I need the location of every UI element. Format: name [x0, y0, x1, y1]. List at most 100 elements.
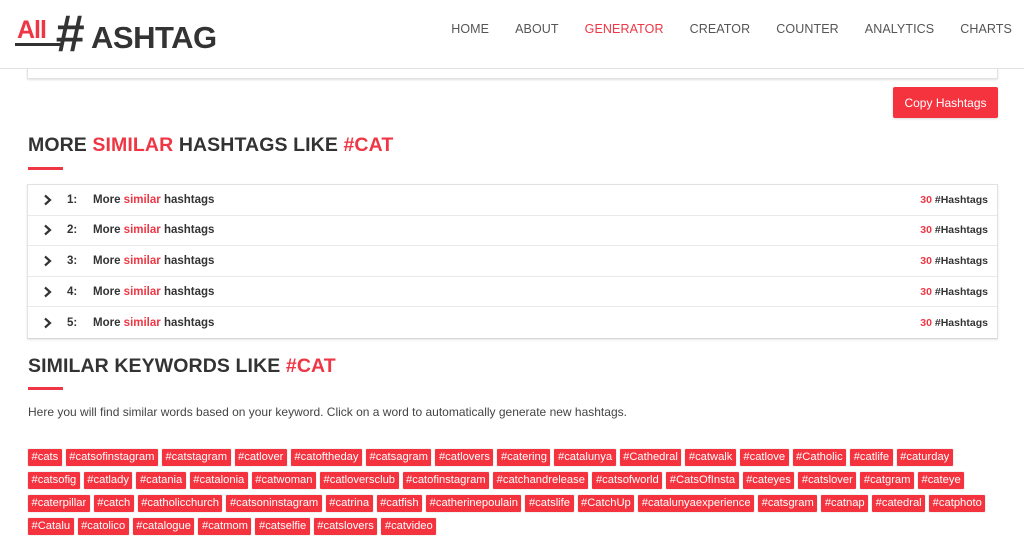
keyword-tag[interactable]: #catsgram [758, 495, 818, 512]
row-label: More similar hashtags [93, 286, 214, 298]
keyword-tag[interactable]: #catoftheday [290, 449, 362, 466]
keyword-tag[interactable]: #cateye [917, 472, 965, 489]
accordion-row-5[interactable]: 5: More similar hashtags 30 #Hashtags [28, 307, 997, 338]
keyword-tag[interactable]: #catsofig [28, 472, 80, 489]
keyword-tag[interactable]: #catlife [850, 449, 893, 466]
similar-hashtags-accordion: 1: More similar hashtags 30 #Hashtags 2:… [27, 184, 998, 339]
keyword-tag[interactable]: #catlovers [435, 449, 494, 466]
row-number: 1: [67, 193, 78, 206]
keyword-tag[interactable]: #catholicchurch [137, 495, 223, 512]
row-count: 30 #Hashtags [920, 317, 988, 329]
row-label-highlight: similar [123, 193, 161, 206]
row-count: 30 #Hashtags [920, 255, 988, 267]
keyword-tag-list: #cats #catsofinstagram #catstagram #catlove… [28, 449, 988, 535]
row-label-post: hashtags [160, 193, 215, 206]
nav-analytics[interactable]: ANALYTICS [865, 22, 934, 36]
keyword-tag[interactable]: #catsagram [366, 449, 432, 466]
copy-hashtags-button[interactable]: Copy Hashtags [893, 87, 998, 118]
site-header: All # ASHTAG HOME ABOUT GENERATOR CREATO… [0, 0, 1024, 69]
keyword-tag[interactable]: #cateyes [742, 472, 795, 489]
keyword-tag[interactable]: #catlady [83, 472, 133, 489]
keyword-tag[interactable]: #catstagram [161, 449, 231, 466]
keyword-tag[interactable]: #catphoto [929, 495, 986, 512]
more-similar-title: MORE SIMILAR HASHTAGS LIKE #CAT [28, 134, 393, 157]
keyword-tag[interactable]: #catslover [798, 472, 857, 489]
keyword-tag[interactable]: #catsoninstagram [226, 495, 322, 512]
keyword-tag[interactable]: #Catholic [792, 449, 847, 466]
row-count-value: 30 [920, 285, 932, 298]
keyword-tag[interactable]: #catlover [234, 449, 287, 466]
keyword-tag[interactable]: #catslovers [313, 518, 378, 535]
keyword-tag[interactable]: #catalonia [189, 472, 248, 489]
title-text: HASHTAGS LIKE [173, 134, 344, 156]
row-count-label: #Hashtags [931, 285, 988, 298]
keyword-tag[interactable]: #Cathedral [619, 449, 682, 466]
row-count-value: 30 [920, 193, 932, 206]
chevron-right-icon [44, 225, 52, 236]
keyword-tag[interactable]: #catalunya [554, 449, 616, 466]
title-keyword: #CAT [343, 134, 394, 156]
row-count-value: 30 [920, 254, 932, 267]
keyword-tag[interactable]: #catnap [821, 495, 869, 512]
keyword-tag[interactable]: #catlove [739, 449, 789, 466]
keyword-tag[interactable]: #catering [497, 449, 551, 466]
similar-keywords-description: Here you will find similar words based o… [28, 405, 627, 419]
row-count: 30 #Hashtags [920, 286, 988, 298]
accordion-row-4[interactable]: 4: More similar hashtags 30 #Hashtags [28, 277, 997, 308]
keyword-tag[interactable]: #catolico [77, 518, 129, 535]
keyword-tag[interactable]: #catwalk [685, 449, 736, 466]
row-label-pre: More [93, 224, 124, 237]
keyword-tag[interactable]: #caturday [896, 449, 953, 466]
title-highlight: SIMILAR [92, 134, 174, 156]
accordion-row-1[interactable]: 1: More similar hashtags 30 #Hashtags [28, 185, 997, 216]
keyword-tag[interactable]: #catherinepoulain [426, 495, 522, 512]
nav-generator[interactable]: GENERATOR [585, 22, 664, 36]
row-number: 2: [67, 224, 78, 237]
keyword-tag[interactable]: #catslife [525, 495, 574, 512]
nav-counter[interactable]: COUNTER [776, 22, 839, 36]
keyword-tag[interactable]: #catsofinstagram [65, 449, 158, 466]
row-label-post: hashtags [160, 316, 215, 329]
row-number: 5: [67, 316, 78, 329]
keyword-tag[interactable]: #caterpillar [28, 495, 90, 512]
keyword-tag[interactable]: #catch [93, 495, 134, 512]
keyword-tag[interactable]: #catvideo [381, 518, 437, 535]
row-label-highlight: similar [123, 224, 161, 237]
keyword-tag[interactable]: #catmom [198, 518, 252, 535]
keyword-tag[interactable]: #catrina [325, 495, 373, 512]
keyword-tag[interactable]: #catsofworld [592, 472, 663, 489]
nav-about[interactable]: ABOUT [515, 22, 559, 36]
keyword-tag[interactable]: #catwoman [251, 472, 316, 489]
keyword-tag[interactable]: #catania [136, 472, 186, 489]
title-text: MORE [28, 134, 93, 156]
keyword-tag[interactable]: #catedral [872, 495, 926, 512]
row-count-label: #Hashtags [931, 224, 988, 237]
keyword-tag[interactable]: #catgram [860, 472, 914, 489]
nav-home[interactable]: HOME [451, 22, 489, 36]
keyword-tag[interactable]: #catselfie [255, 518, 310, 535]
row-count-label: #Hashtags [931, 254, 988, 267]
keyword-tag[interactable]: #catofinstagram [402, 472, 490, 489]
row-count-label: #Hashtags [931, 193, 988, 206]
row-count-label: #Hashtags [931, 316, 988, 329]
row-label-post: hashtags [160, 224, 215, 237]
chevron-right-icon [44, 194, 52, 206]
keyword-tag[interactable]: #CatsOfInsta [666, 472, 739, 489]
row-label-post: hashtags [160, 285, 215, 298]
accordion-row-3[interactable]: 3: More similar hashtags 30 #Hashtags [28, 246, 997, 277]
keyword-tag[interactable]: #CatchUp [577, 495, 635, 512]
keyword-tag[interactable]: #catfish [376, 495, 423, 512]
row-number: 3: [67, 254, 78, 267]
keyword-tag[interactable]: #catalogue [132, 518, 195, 535]
row-count: 30 #Hashtags [920, 224, 988, 236]
keyword-tag[interactable]: #cats [28, 449, 62, 466]
nav-creator[interactable]: CREATOR [690, 22, 751, 36]
site-logo[interactable]: All # ASHTAG [15, 8, 227, 66]
row-label-highlight: similar [123, 254, 161, 267]
keyword-tag[interactable]: #catchandrelease [493, 472, 589, 489]
keyword-tag[interactable]: #catloversclub [320, 472, 399, 489]
accordion-row-2[interactable]: 2: More similar hashtags 30 #Hashtags [28, 216, 997, 247]
nav-charts[interactable]: CHARTS [960, 22, 1012, 36]
keyword-tag[interactable]: #Catalu [28, 518, 74, 535]
keyword-tag[interactable]: #catalunyaexperience [638, 495, 755, 512]
